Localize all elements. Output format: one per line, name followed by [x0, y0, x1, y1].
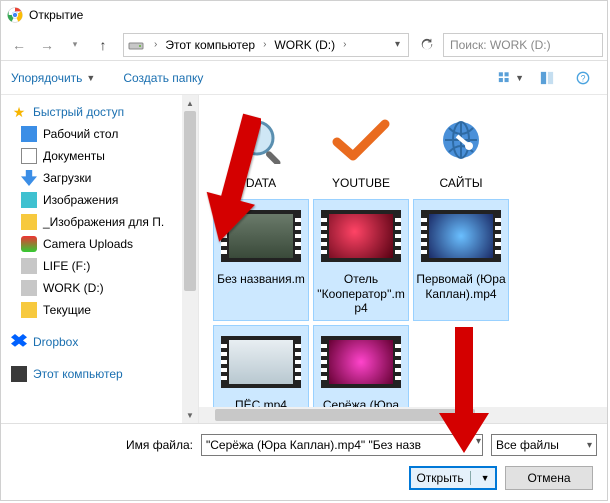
folder-item[interactable]: YOUTUBE	[313, 103, 409, 195]
folder-icon	[21, 214, 37, 230]
address-bar[interactable]: › Этот компьютер › WORK (D:) › ▾	[123, 33, 409, 57]
horizontal-scrollbar[interactable]	[199, 407, 607, 423]
film-icon	[221, 336, 301, 388]
globe-icon	[429, 116, 493, 164]
chevron-down-icon: ▼	[515, 73, 524, 83]
breadcrumb-segment[interactable]: Этот компьютер	[163, 38, 257, 52]
toolbar: Упорядочить▼ Создать папку ▼ ?	[1, 61, 607, 95]
dialog-footer: Имя файла: ▾ Все файлы ▾ Открыть ▼ Отмен…	[1, 423, 607, 500]
pictures-icon	[21, 192, 37, 208]
open-button[interactable]: Открыть ▼	[409, 466, 497, 490]
sidebar-item-desktop[interactable]: Рабочий стол	[1, 123, 198, 145]
drive-icon	[21, 258, 37, 274]
dropbox-icon	[11, 334, 27, 350]
view-preview-button[interactable]	[533, 67, 561, 89]
svg-text:?: ?	[581, 73, 586, 83]
film-icon	[421, 210, 501, 262]
up-button[interactable]: ↑	[89, 31, 117, 59]
chevron-right-icon: ›	[343, 39, 346, 50]
recent-dropdown[interactable]: ▾	[61, 31, 89, 59]
dialog-body: ★ Быстрый доступ Рабочий стол Документы …	[1, 95, 607, 423]
view-thumbnails-button[interactable]: ▼	[497, 67, 525, 89]
window-title: Открытие	[29, 8, 83, 22]
sidebar-item-work[interactable]: WORK (D:)	[1, 277, 198, 299]
search-input[interactable]: Поиск: WORK (D:)	[443, 33, 603, 57]
downloads-icon	[21, 170, 37, 186]
sidebar-item-pictures[interactable]: Изображения	[1, 189, 198, 211]
magnifier-icon	[229, 116, 293, 164]
organize-menu[interactable]: Упорядочить▼	[11, 71, 95, 85]
sidebar-item-pictures-p[interactable]: _Изображения для П.	[1, 211, 198, 233]
star-icon: ★	[11, 104, 27, 120]
filename-input[interactable]	[201, 434, 483, 456]
filename-label: Имя файла:	[11, 438, 201, 452]
navigation-pane: ★ Быстрый доступ Рабочий стол Документы …	[1, 95, 199, 423]
drive-icon	[128, 37, 144, 53]
sidebar-scrollbar[interactable]: ▲ ▼	[182, 95, 198, 423]
navbar: ← → ▾ ↑ › Этот компьютер › WORK (D:) › ▾…	[1, 29, 607, 61]
sidebar-item-documents[interactable]: Документы	[1, 145, 198, 167]
folder-item[interactable]: САЙТЫ	[413, 103, 509, 195]
folder-item[interactable]: DATA	[213, 103, 309, 195]
chevron-down-icon[interactable]: ▾	[476, 436, 481, 447]
sidebar-item-quick-access[interactable]: ★ Быстрый доступ	[1, 101, 198, 123]
app-icon	[7, 7, 23, 23]
chevron-down-icon: ▾	[587, 440, 592, 451]
scrollbar-thumb[interactable]	[215, 409, 475, 421]
checkmark-icon	[329, 116, 393, 164]
film-icon	[221, 210, 301, 262]
chevron-down-icon: ▼	[86, 73, 95, 83]
chevron-down-icon: ▼	[481, 473, 490, 483]
chevron-right-icon: ›	[154, 39, 157, 50]
chevron-right-icon: ›	[263, 39, 266, 50]
cancel-button[interactable]: Отмена	[505, 466, 593, 490]
scroll-down-icon[interactable]: ▼	[182, 407, 198, 423]
sidebar-item-downloads[interactable]: Загрузки	[1, 167, 198, 189]
sidebar-item-current[interactable]: Текущие	[1, 299, 198, 321]
help-button[interactable]: ?	[569, 67, 597, 89]
sidebar-item-this-pc[interactable]: Этот компьютер	[1, 363, 198, 385]
this-pc-icon	[11, 366, 27, 382]
sidebar-item-dropbox[interactable]: Dropbox	[1, 331, 198, 353]
search-placeholder: Поиск: WORK (D:)	[450, 38, 551, 52]
sidebar-item-life[interactable]: LIFE (F:)	[1, 255, 198, 277]
file-type-filter[interactable]: Все файлы ▾	[491, 434, 597, 456]
scrollbar-thumb[interactable]	[184, 111, 196, 291]
video-file-item[interactable]: Отель ''Кооператор''.mp4	[313, 199, 409, 320]
file-open-dialog: Открытие ← → ▾ ↑ › Этот компьютер › WORK…	[0, 0, 608, 501]
desktop-icon	[21, 126, 37, 142]
documents-icon	[21, 148, 37, 164]
scroll-up-icon[interactable]: ▲	[182, 95, 198, 111]
forward-button[interactable]: →	[33, 31, 61, 59]
video-file-item[interactable]: Первомай (Юра Каплан).mp4	[413, 199, 509, 320]
titlebar: Открытие	[1, 1, 607, 29]
refresh-button[interactable]	[415, 33, 439, 57]
sidebar-item-camera-uploads[interactable]: Camera Uploads	[1, 233, 198, 255]
new-folder-button[interactable]: Создать папку	[123, 71, 203, 85]
breadcrumb-segment[interactable]: WORK (D:)	[272, 38, 337, 52]
film-icon	[321, 210, 401, 262]
drive-icon	[21, 280, 37, 296]
back-button[interactable]: ←	[5, 31, 33, 59]
folder-icon	[21, 302, 37, 318]
chevron-down-icon[interactable]: ▾	[395, 39, 400, 50]
camera-icon	[21, 236, 37, 252]
video-file-item[interactable]: Без названия.m	[213, 199, 309, 320]
film-icon	[321, 336, 401, 388]
file-list: DATA YOUTUBE САЙТЫ Без названия.m	[199, 95, 607, 423]
